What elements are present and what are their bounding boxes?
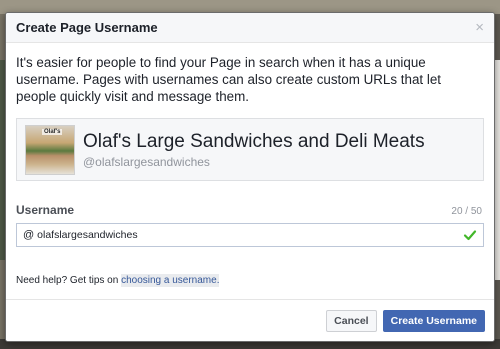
help-text: Need help? Get tips on choosing a userna… (16, 274, 484, 287)
choosing-username-link[interactable]: choosing a username. (121, 274, 220, 287)
create-username-dialog: Create Page Username × It's easier for p… (5, 12, 495, 342)
thumb-label: Olaf's (42, 128, 63, 135)
username-input-box[interactable]: @ (16, 223, 484, 247)
dialog-body: It's easier for people to find your Page… (6, 43, 494, 287)
character-count: 20 / 50 (451, 206, 482, 217)
check-icon (463, 230, 477, 241)
username-field-header: Username 20 / 50 (16, 203, 484, 217)
dialog-footer: Cancel Create Username (6, 299, 494, 341)
page-handle: @olafslargesandwiches (83, 154, 210, 169)
username-input[interactable] (37, 226, 463, 244)
at-icon: @ (23, 229, 35, 241)
page-profile-picture: Olaf's (25, 124, 75, 175)
page-info: Olaf's Large Sandwiches and Deli Meats @… (83, 131, 425, 169)
dialog-header: Create Page Username × (6, 13, 494, 43)
page-name: Olaf's Large Sandwiches and Deli Meats (83, 130, 425, 152)
cancel-button[interactable]: Cancel (326, 309, 377, 332)
help-prefix: Need help? Get tips on (16, 275, 122, 286)
intro-text: It's easier for people to find your Page… (16, 55, 441, 104)
page-preview-card: Olaf's Olaf's Large Sandwiches and Deli … (16, 118, 484, 181)
username-label: Username (16, 203, 75, 217)
create-username-button[interactable]: Create Username (382, 309, 485, 332)
dialog-title: Create Page Username (16, 20, 158, 35)
close-icon[interactable]: × (475, 20, 484, 35)
